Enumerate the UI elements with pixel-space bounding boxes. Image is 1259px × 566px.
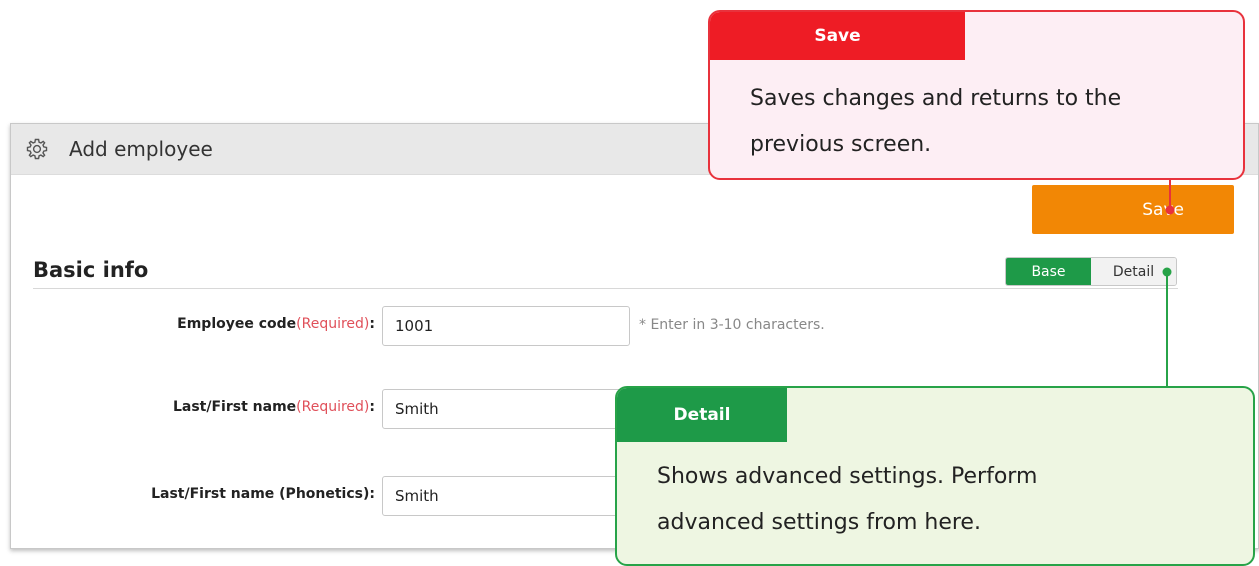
- name-input[interactable]: [382, 389, 630, 429]
- form-row-employee-code: Employee code(Required): * Enter in 3-10…: [11, 306, 1011, 346]
- save-callout-line: Saves changes and returns to the: [750, 86, 1122, 111]
- tab-base[interactable]: Base: [1006, 258, 1091, 285]
- save-callout-tag: Save: [710, 12, 965, 60]
- field-label-colon: :: [369, 486, 375, 502]
- field-label-text: Last/First name: [172, 399, 297, 415]
- field-label: Last/First name (Phonetics):: [151, 486, 375, 502]
- save-callout-text: Saves changes and returns to the previou…: [750, 76, 1220, 168]
- save-callout-line: previous screen.: [750, 132, 932, 157]
- detail-callout-text: Shows advanced settings. Perform advance…: [657, 454, 1217, 546]
- required-marker: (Required): [296, 316, 370, 332]
- section-divider: [33, 288, 1178, 289]
- detail-callout-line: advanced settings from here.: [657, 510, 981, 535]
- required-marker: (Required): [296, 399, 370, 415]
- tab-detail[interactable]: Detail: [1091, 258, 1176, 285]
- field-label-colon: :: [369, 399, 375, 415]
- section-title: Basic info: [33, 258, 149, 282]
- detail-callout-line: Shows advanced settings. Perform: [657, 464, 1038, 489]
- field-label-text: Last/First name (Phonetics): [151, 486, 370, 502]
- field-hint: * Enter in 3-10 characters.: [639, 317, 825, 333]
- save-callout: Save Saves changes and returns to the pr…: [708, 10, 1245, 180]
- detail-callout-tag: Detail: [617, 388, 787, 442]
- field-label-colon: :: [369, 316, 375, 332]
- phonetics-input[interactable]: [382, 476, 630, 516]
- employee-code-input[interactable]: [382, 306, 630, 346]
- page-title: Add employee: [69, 137, 213, 161]
- save-button[interactable]: Save: [1032, 185, 1234, 234]
- view-toggle: Base Detail: [1005, 257, 1177, 286]
- field-label: Employee code(Required):: [177, 316, 375, 332]
- detail-callout: Detail Shows advanced settings. Perform …: [615, 386, 1255, 566]
- gear-icon: [26, 138, 48, 160]
- field-label-text: Employee code: [177, 316, 297, 332]
- field-label: Last/First name(Required):: [173, 399, 375, 415]
